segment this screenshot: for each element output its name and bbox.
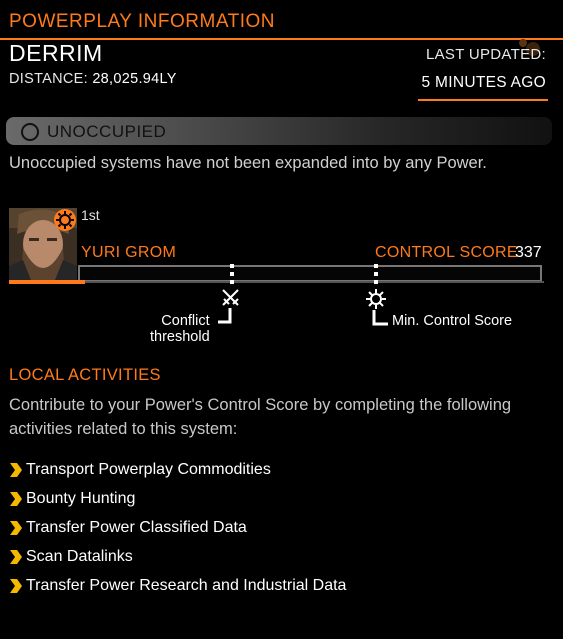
conflict-threshold-label: Conflict threshold xyxy=(150,313,210,345)
status-label: UNOCCUPIED xyxy=(47,122,167,141)
activity-label: Bounty Hunting xyxy=(26,489,136,507)
last-updated-value: 5 MINUTES AGO xyxy=(421,74,546,91)
control-score-underline xyxy=(9,281,544,283)
distance-value: 28,025.94LY xyxy=(92,71,177,87)
chevron-right-icon xyxy=(10,520,22,535)
activity-item: Transfer Power Research and Industrial D… xyxy=(9,571,346,600)
status-circle-icon xyxy=(21,123,39,141)
activity-item: Scan Datalinks xyxy=(9,542,346,571)
activity-item: Transport Powerplay Commodities xyxy=(9,455,346,484)
activity-label: Scan Datalinks xyxy=(26,547,133,565)
last-updated-label: LAST UPDATED: xyxy=(425,46,546,63)
min-control-bracket-icon xyxy=(372,310,388,326)
local-activities-description: Contribute to your Power's Control Score… xyxy=(9,396,512,438)
chevron-right-icon xyxy=(10,462,22,477)
chevron-right-icon xyxy=(10,578,22,593)
conflict-threshold-line2: threshold xyxy=(150,329,210,345)
distance-label: DISTANCE: xyxy=(9,71,88,87)
activity-item: Transfer Power Classified Data xyxy=(9,513,346,542)
chevron-right-icon xyxy=(10,491,22,506)
distance: DISTANCE: 28,025.94LY xyxy=(9,71,177,87)
status-description: Unoccupied systems have not been expande… xyxy=(9,154,487,172)
conflict-bracket-icon xyxy=(218,308,232,324)
activity-label: Transfer Power Research and Industrial D… xyxy=(26,576,347,594)
control-score-label: CONTROL SCORE xyxy=(375,244,518,261)
system-name: DERRIM xyxy=(9,40,103,66)
power-emblem-icon xyxy=(54,209,76,231)
cog-icon xyxy=(366,289,386,309)
last-updated-divider xyxy=(418,99,548,101)
local-activities-title: LOCAL ACTIVITIES xyxy=(9,366,161,384)
activity-list: Transport Powerplay Commodities Bounty H… xyxy=(9,455,346,600)
control-score-fill xyxy=(9,280,85,284)
activity-label: Transport Powerplay Commodities xyxy=(26,460,271,478)
activity-label: Transfer Power Classified Data xyxy=(26,518,247,536)
min-control-score-label: Min. Control Score xyxy=(392,313,513,329)
panel-title: POWERPLAY INFORMATION xyxy=(9,11,275,32)
chevron-right-icon xyxy=(10,549,22,564)
activity-item: Bounty Hunting xyxy=(9,484,346,513)
conflict-threshold-line1: Conflict xyxy=(161,313,210,329)
power-leader-name: YURI GROM xyxy=(81,244,177,261)
control-score-bar xyxy=(78,265,542,282)
power-rank: 1st xyxy=(81,207,100,223)
control-score-value: 337 xyxy=(515,244,542,261)
